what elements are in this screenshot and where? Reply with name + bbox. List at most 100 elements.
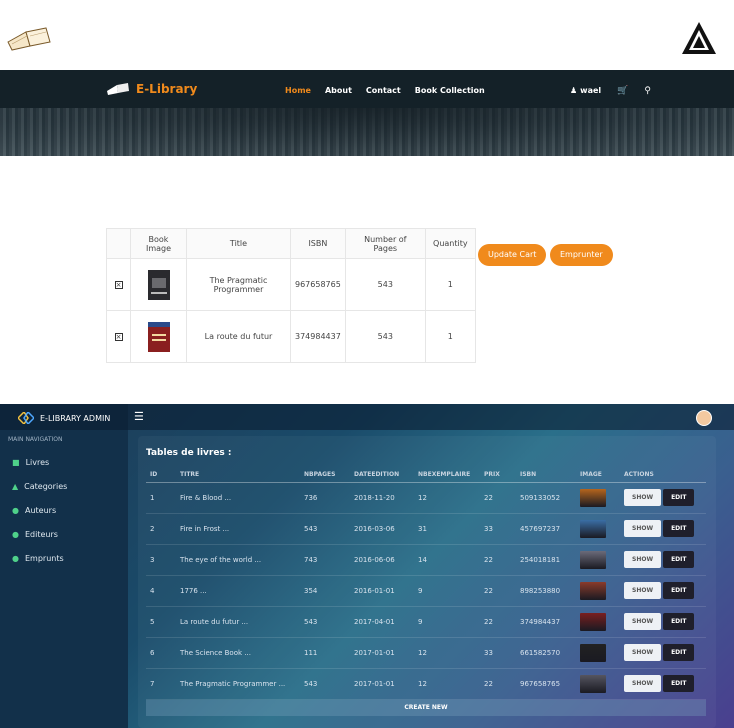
edit-button[interactable]: EDIT	[663, 582, 695, 599]
book-thumbnail	[580, 550, 606, 569]
cell-nbexemplaire: 31	[414, 513, 480, 545]
avatar[interactable]	[696, 410, 712, 426]
books-card: Tables de livres : ID TITRE NBPAGES DATE…	[138, 436, 716, 728]
user-icon: ♟	[570, 86, 578, 95]
user-menu[interactable]: ♟ wael	[570, 86, 601, 95]
sitemap-icon: ▲	[12, 482, 19, 491]
book-cover	[147, 321, 170, 352]
create-new-button[interactable]: CREATE NEW	[146, 700, 706, 716]
nav-contact[interactable]: Contact	[366, 86, 401, 95]
col-dateedition: DATEEDITION	[350, 468, 414, 483]
sidebar-item-label: Categories	[24, 482, 68, 491]
update-cart-button[interactable]: Update Cart	[478, 244, 547, 266]
col-id: ID	[146, 468, 176, 483]
cart-header-remove	[106, 228, 131, 259]
card-title: Tables de livres :	[146, 448, 232, 458]
cell-titre: 1776 ...	[176, 575, 300, 607]
nav-home[interactable]: Home	[285, 86, 311, 95]
sidebar-item-label: Livres	[25, 458, 50, 467]
show-button[interactable]: SHOW	[624, 644, 662, 661]
cell-id: 3	[146, 544, 176, 576]
show-button[interactable]: SHOW	[624, 551, 662, 568]
admin-logo-icon	[18, 412, 34, 424]
sidebar-item-livres[interactable]: ■ Livres	[12, 458, 49, 467]
cell-titre: Fire & Blood ...	[176, 482, 300, 514]
remove-icon[interactable]: ×	[114, 281, 123, 289]
cell-date: 2017-01-01	[350, 637, 414, 669]
cart-isbn: 967658765	[290, 258, 346, 311]
cart-quantity: 1	[424, 310, 476, 363]
sidebar-item-emprunts[interactable]: ● Emprunts	[12, 554, 64, 563]
cell-image	[576, 637, 620, 669]
table-row: 4 1776 ... 354 2016-01-01 9 22 898253880 SHOW ED…	[146, 575, 706, 607]
menu-toggle-icon[interactable]: ☰	[134, 410, 144, 423]
users-icon: ●	[12, 506, 19, 515]
cell-actions: SHOW EDIT	[620, 513, 706, 545]
cell-id: 7	[146, 668, 176, 700]
show-button[interactable]: SHOW	[624, 613, 662, 630]
cell-id: 6	[146, 637, 176, 669]
cart-header-quantity: Quantity	[424, 228, 476, 259]
remove-icon[interactable]: ×	[114, 333, 123, 341]
book-thumbnail	[580, 612, 606, 631]
col-prix: PRIX	[480, 468, 516, 483]
cart-row: × The Pragmatic Programmer 967658765 543…	[106, 258, 476, 311]
cell-actions: SHOW EDIT	[620, 637, 706, 669]
cell-nbexemplaire: 12	[414, 637, 480, 669]
nav-about[interactable]: About	[325, 86, 352, 95]
edit-button[interactable]: EDIT	[663, 613, 695, 630]
cell-date: 2017-01-01	[350, 668, 414, 700]
cart-icon[interactable]: 🛒	[617, 85, 628, 96]
col-actions: ACTIONS	[620, 468, 706, 483]
cell-titre: The Pragmatic Programmer ...	[176, 668, 300, 700]
edit-button[interactable]: EDIT	[663, 489, 695, 506]
search-icon[interactable]: ⚲	[644, 85, 651, 96]
book-thumbnail	[580, 674, 606, 693]
cell-nbpages: 111	[300, 637, 350, 669]
cell-prix: 22	[480, 482, 516, 514]
emprunter-button[interactable]: Emprunter	[550, 244, 613, 266]
cell-nbpages: 354	[300, 575, 350, 607]
edit-button[interactable]: EDIT	[663, 644, 695, 661]
cell-prix: 33	[480, 637, 516, 669]
cell-id: 2	[146, 513, 176, 545]
show-button[interactable]: SHOW	[624, 582, 662, 599]
cell-id: 5	[146, 606, 176, 638]
book-icon: ■	[12, 458, 20, 467]
show-button[interactable]: SHOW	[624, 489, 662, 506]
table-row: 1 Fire & Blood ... 736 2018-11-20 12 22 509133…	[146, 482, 706, 514]
sidebar-item-auteurs[interactable]: ● Auteurs	[12, 506, 56, 515]
cell-date: 2016-06-06	[350, 544, 414, 576]
cell-date: 2018-11-20	[350, 482, 414, 514]
book-thumbnail	[580, 488, 606, 507]
col-nbexemplaire: NBEXEMPLAIRE	[414, 468, 480, 483]
col-titre: TITRE	[176, 468, 300, 483]
brand[interactable]: E-Library	[106, 82, 197, 96]
cart-row: × La route du futur 374984437 543 1	[106, 310, 476, 363]
col-isbn: ISBN	[516, 468, 576, 483]
edit-button[interactable]: EDIT	[663, 551, 695, 568]
cart-title: The Pragmatic Programmer	[186, 258, 291, 311]
edit-button[interactable]: EDIT	[663, 675, 695, 692]
cell-nbpages: 543	[300, 606, 350, 638]
sidebar-item-categories[interactable]: ▲ Categories	[12, 482, 67, 491]
cell-isbn: 967658765	[516, 668, 576, 700]
users-icon: ●	[12, 554, 19, 563]
admin-brand-text: E-LIBRARY ADMIN	[40, 413, 111, 423]
cell-prix: 33	[480, 513, 516, 545]
cell-prix: 22	[480, 606, 516, 638]
sidebar-item-editeurs[interactable]: ● Editeurs	[12, 530, 58, 539]
cell-prix: 22	[480, 668, 516, 700]
admin-brand[interactable]: E-LIBRARY ADMIN	[18, 412, 110, 424]
show-button[interactable]: SHOW	[624, 675, 662, 692]
cell-image	[576, 668, 620, 700]
cell-nbexemplaire: 12	[414, 482, 480, 514]
book-thumbnail	[580, 643, 606, 662]
cart-header-pages: Number of Pages	[344, 228, 426, 259]
university-logo-icon	[682, 22, 716, 54]
cell-titre: The eye of the world ...	[176, 544, 300, 576]
cart-pages: 543	[344, 310, 426, 363]
show-button[interactable]: SHOW	[624, 520, 662, 537]
edit-button[interactable]: EDIT	[663, 520, 695, 537]
nav-book-collection[interactable]: Book Collection	[415, 86, 485, 95]
